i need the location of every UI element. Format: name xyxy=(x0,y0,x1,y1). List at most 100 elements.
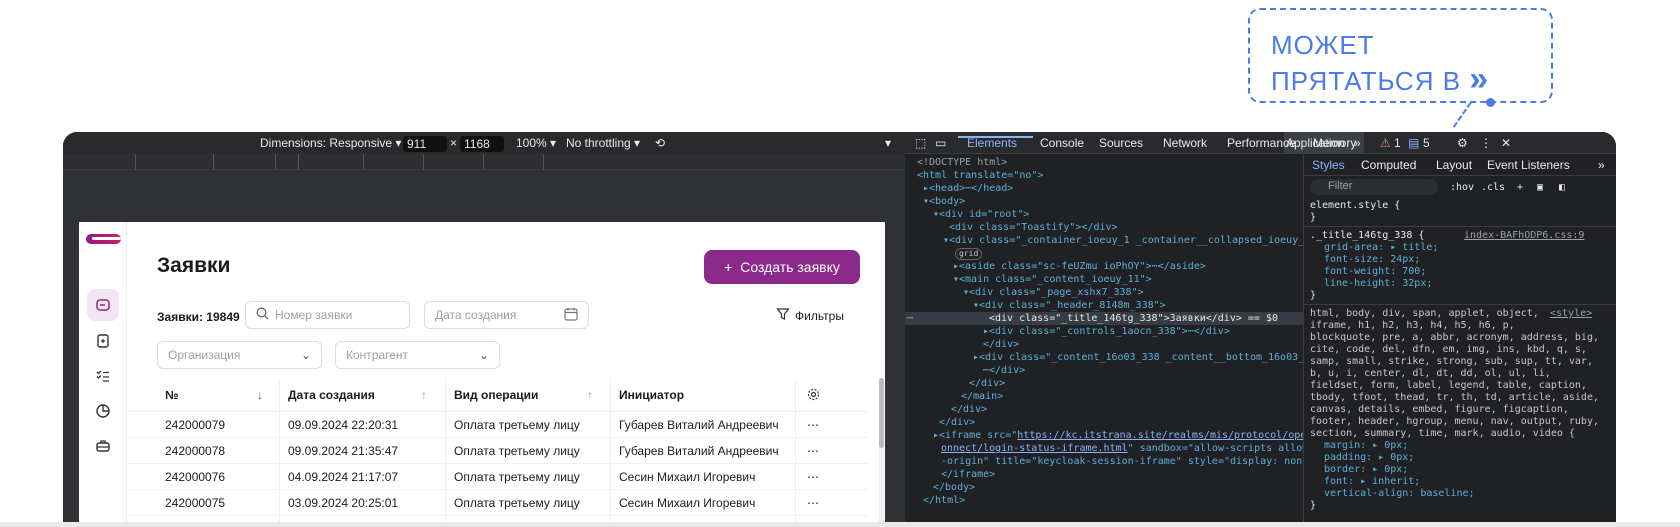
add-rule-icon[interactable]: + xyxy=(1517,182,1523,194)
col-date-header[interactable]: Дата создания xyxy=(288,378,375,411)
tab-styles[interactable]: Styles xyxy=(1312,158,1345,172)
create-request-button[interactable]: + Создать заявку xyxy=(704,250,860,284)
payments-nav-icon[interactable] xyxy=(87,325,119,357)
dom-line-selected[interactable]: <div class="_title_146tg_338">Заявки</di… xyxy=(989,312,1278,325)
chart-nav-icon[interactable] xyxy=(87,395,119,427)
close-icon[interactable]: ✕ xyxy=(1501,136,1511,150)
dom-line[interactable]: ▾<div id="root"> xyxy=(933,208,1029,221)
dom-line[interactable]: <!DOCTYPE html> xyxy=(917,156,1007,169)
css-prop[interactable]: grid-area: ▸ title; xyxy=(1324,242,1438,254)
styles-more[interactable]: » xyxy=(1598,158,1605,172)
dom-line[interactable]: ▸<iframe src="https://kc.itstrana.site/r… xyxy=(933,429,1336,442)
dom-line[interactable]: </div> xyxy=(983,338,1019,351)
tab-sources[interactable]: Sources xyxy=(1099,136,1143,150)
cls-toggle[interactable]: .cls xyxy=(1481,182,1505,194)
css-prop[interactable]: line-height: 32px; xyxy=(1324,278,1432,290)
col-number-header[interactable]: № xyxy=(165,378,178,411)
width-input[interactable]: 911 xyxy=(403,136,447,152)
dom-line[interactable]: ▾<main class="_content_ioeuy_11"> xyxy=(953,273,1152,286)
dom-line[interactable]: ▸<div class="_content_16o03_338 _content… xyxy=(973,351,1334,364)
warning-icon[interactable]: ⚠ xyxy=(1380,136,1391,150)
sort-arrow-icon[interactable]: ↑ xyxy=(587,378,593,411)
device-toggle-icon[interactable]: ▭ xyxy=(935,136,946,150)
dom-line[interactable]: </div> xyxy=(951,403,987,416)
height-input[interactable]: 1168 xyxy=(460,136,504,152)
table-row[interactable]: 242000078 09.09.2024 21:35:47 Оплата тре… xyxy=(127,438,867,464)
date-input[interactable]: Дата создания xyxy=(424,301,589,329)
row-menu-icon[interactable]: ⋯ xyxy=(807,490,819,515)
dom-line[interactable]: ▾<div class="_header_8148m_338"> xyxy=(973,299,1166,312)
dom-line[interactable]: </div> xyxy=(969,377,1005,390)
table-row[interactable]: 242000079 09.09.2024 22:20:31 Оплата тре… xyxy=(127,412,867,438)
throttle-select[interactable]: No throttling ▾ xyxy=(566,136,640,150)
hov-toggle[interactable]: :hov xyxy=(1450,182,1474,194)
checklist-nav-icon[interactable] xyxy=(87,360,119,392)
dom-line[interactable]: ▾<div class="_container_ioeuy_1 _contain… xyxy=(943,234,1322,247)
message-icon[interactable]: ▤ xyxy=(1408,136,1419,150)
inspect-icon[interactable]: ⬚ xyxy=(915,136,926,150)
rule1-source-link[interactable]: index-BAFhODP6.css:9 xyxy=(1464,230,1584,242)
tab-event-listeners[interactable]: Event Listeners xyxy=(1487,158,1570,172)
dom-line[interactable]: <div class="Toastify"></div> xyxy=(949,221,1118,234)
tab-network[interactable]: Network xyxy=(1163,136,1207,150)
table-settings-icon[interactable] xyxy=(807,378,820,411)
rotate-icon[interactable]: ⟲ xyxy=(655,136,665,150)
dom-line[interactable]: ▸<aside class="sc-feUZmu ioPhOY">⋯</asid… xyxy=(953,260,1206,273)
zoom-select[interactable]: 100% ▾ xyxy=(516,136,556,150)
row-menu-icon[interactable]: ⋯ xyxy=(807,438,819,463)
rule2-selector: footer, header, hgroup, menu, nav, outpu… xyxy=(1310,416,1599,427)
requests-count: Заявки: 19849 xyxy=(157,310,240,324)
sort-arrow-icon[interactable]: ↑ xyxy=(421,378,427,411)
table-row[interactable]: 242000076 04.09.2024 21:17:07 Оплата тре… xyxy=(127,464,867,490)
table-scrollbar[interactable] xyxy=(879,378,884,527)
dom-line[interactable]: ▾<div class="_page_xshx7_338"> xyxy=(963,286,1144,299)
css-prop[interactable]: padding: ▸ 0px; xyxy=(1324,452,1414,464)
tab-layout[interactable]: Layout xyxy=(1436,158,1472,172)
dom-line[interactable]: ▾<body> xyxy=(923,195,965,208)
dom-line[interactable]: onnect/login-status-iframe.html" sandbox… xyxy=(941,442,1338,455)
briefcase-nav-icon[interactable] xyxy=(87,430,119,462)
filters-button[interactable]: Фильтры xyxy=(776,307,844,324)
table-row[interactable]: 242000075 03.09.2024 20:25:01 Оплата тре… xyxy=(127,490,867,516)
paint-icon[interactable]: ▣ xyxy=(1537,182,1543,194)
more-tabs-button[interactable]: » xyxy=(1354,136,1361,150)
tab-elements[interactable]: Elements xyxy=(967,136,1017,150)
dom-line[interactable]: </html> xyxy=(923,494,965,507)
devbar-more[interactable]: ▾ xyxy=(885,136,891,150)
row-menu-icon[interactable]: ⋯ xyxy=(807,464,819,489)
sort-arrow-icon[interactable]: ↓ xyxy=(257,378,263,411)
page-bottom-edge xyxy=(0,522,1680,527)
styles-filter-input[interactable]: Filter xyxy=(1310,179,1438,195)
search-input[interactable]: Номер заявки xyxy=(245,301,410,329)
sidebar-toggle-icon[interactable]: ◧ xyxy=(1559,182,1565,194)
col-initiator-header[interactable]: Инициатор xyxy=(619,378,684,411)
dom-line[interactable]: </main> xyxy=(961,390,1003,403)
tab-computed[interactable]: Computed xyxy=(1361,158,1416,172)
dom-line[interactable]: -origin" title="keycloak-session-iframe"… xyxy=(941,455,1332,468)
dom-line[interactable]: ▸<div class="_controls_1aocn_338">⋯</div… xyxy=(983,325,1230,338)
css-prop[interactable]: vertical-align: baseline; xyxy=(1324,488,1475,500)
dom-line[interactable]: <html translate="no"> xyxy=(917,169,1043,182)
row-menu-icon[interactable]: ⋯ xyxy=(807,412,819,437)
col-operation-header[interactable]: Вид операции xyxy=(454,378,538,411)
tab-application[interactable]: Application xyxy=(1286,136,1345,150)
kebab-menu-icon[interactable]: ⋮ xyxy=(1480,136,1492,150)
dom-line[interactable]: </iframe> xyxy=(941,468,995,481)
tab-console[interactable]: Console xyxy=(1040,136,1084,150)
css-prop[interactable]: border: ▸ 0px; xyxy=(1324,464,1408,476)
css-prop[interactable]: margin: ▸ 0px; xyxy=(1324,440,1408,452)
rule2-source[interactable]: <style> xyxy=(1550,308,1592,320)
requests-nav-icon[interactable] xyxy=(87,289,119,321)
settings-gear-icon[interactable]: ⚙ xyxy=(1457,136,1468,150)
css-prop[interactable]: font-size: 24px; xyxy=(1324,254,1420,266)
css-prop[interactable]: font-weight: 700; xyxy=(1324,266,1426,278)
css-prop[interactable]: font: ▸ inherit; xyxy=(1324,476,1420,488)
counterparty-select[interactable]: Контрагент ⌄ xyxy=(335,341,500,369)
dom-line[interactable]: ⋯</div> xyxy=(983,364,1025,377)
dom-line[interactable]: </body> xyxy=(933,481,975,494)
page-title: Заявки xyxy=(157,254,231,277)
dimensions-select[interactable]: Dimensions: Responsive ▾ xyxy=(260,136,401,150)
organization-select[interactable]: Организация ⌄ xyxy=(157,341,322,369)
dom-line[interactable]: ▸<head>⋯</head> xyxy=(923,182,1013,195)
dom-line[interactable]: </div> xyxy=(939,416,975,429)
